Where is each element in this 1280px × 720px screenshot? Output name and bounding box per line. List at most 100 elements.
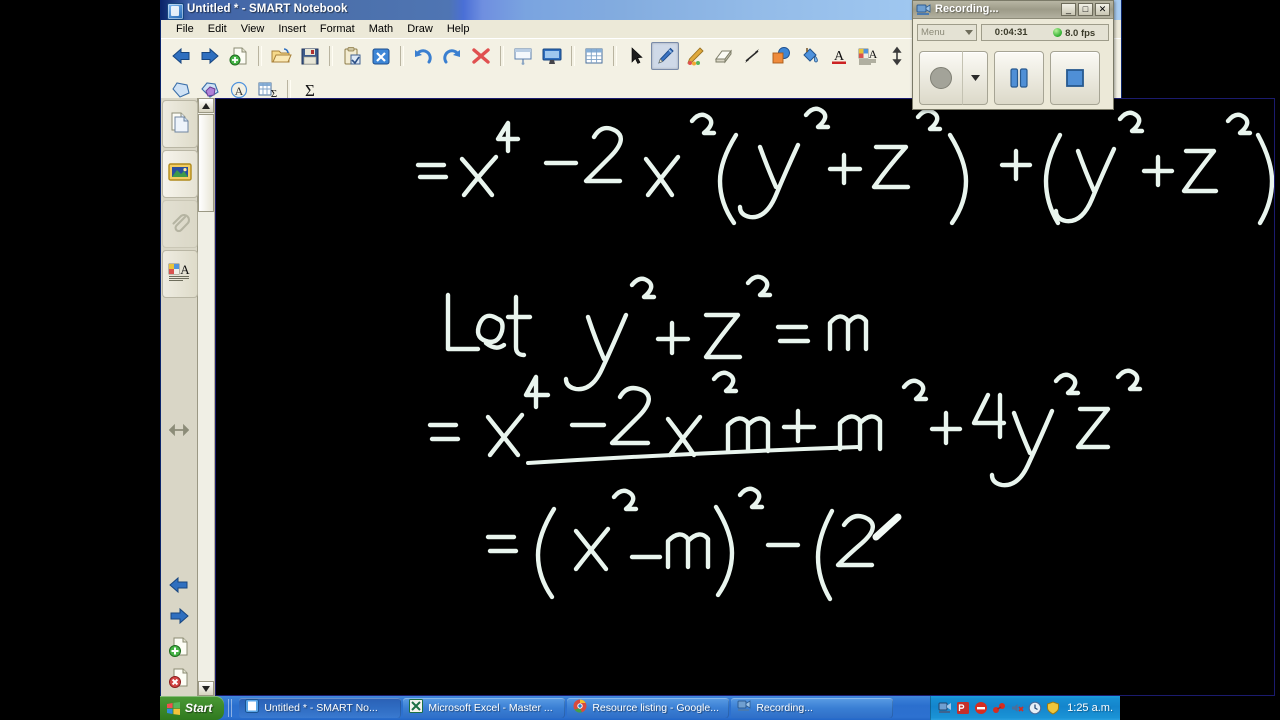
sidebar-prev-page-button[interactable]	[162, 570, 196, 600]
start-button-label: Start	[185, 701, 213, 715]
add-page-icon[interactable]	[225, 42, 253, 70]
start-button[interactable]: Start	[160, 696, 225, 720]
recorder-maximize-button[interactable]: □	[1078, 3, 1093, 16]
properties-tab[interactable]: A	[162, 250, 198, 298]
record-circle-icon	[930, 67, 952, 89]
toolbar-separator	[571, 46, 575, 66]
screen: Untitled * - SMART Notebook File Edit Vi…	[0, 0, 1280, 720]
shapes-icon[interactable]	[767, 42, 795, 70]
scroll-up-arrow-icon[interactable]	[198, 98, 214, 113]
taskbar-item-smart-notebook[interactable]: Untitled * - SMART No...	[239, 698, 402, 718]
svg-text:A: A	[869, 47, 878, 61]
pause-button[interactable]	[994, 51, 1044, 105]
taskbar-item-label: Resource listing - Google...	[592, 702, 719, 714]
toolbar-separator	[613, 46, 617, 66]
taskbar-item-excel[interactable]: Microsoft Excel - Master ...	[403, 698, 566, 718]
delete-icon[interactable]	[467, 42, 495, 70]
page-sorter-tab[interactable]	[162, 100, 198, 148]
sidebar-delete-page-button[interactable]	[162, 663, 196, 693]
menu-item-math[interactable]: Math	[362, 21, 400, 38]
undo-erase-icon[interactable]	[367, 42, 395, 70]
recorder-menu-label: Menu	[921, 26, 945, 38]
sidebar-add-page-button[interactable]	[162, 632, 196, 662]
chrome-icon	[573, 699, 587, 718]
menu-item-file[interactable]: File	[169, 21, 201, 38]
screen-shade-icon[interactable]	[509, 42, 537, 70]
toolbar-separator	[500, 46, 504, 66]
taskbar-item-chrome[interactable]: Resource listing - Google...	[567, 698, 730, 718]
excel-icon	[409, 698, 424, 718]
menu-item-view[interactable]: View	[234, 21, 272, 38]
save-icon[interactable]	[296, 42, 324, 70]
stop-button[interactable]	[1050, 51, 1100, 105]
tray-block-icon[interactable]	[974, 701, 988, 715]
previous-page-icon[interactable]	[167, 42, 195, 70]
system-tray: 1:25 a.m.	[930, 696, 1120, 720]
select-pointer-icon[interactable]	[622, 42, 650, 70]
record-options-button[interactable]	[963, 51, 988, 105]
pages-icon	[168, 110, 192, 139]
recorder-buttons	[913, 45, 1113, 111]
sidebar-next-page-button[interactable]	[162, 601, 196, 631]
properties-swatch-icon: A	[167, 261, 193, 288]
recorder-minimize-button[interactable]: _	[1061, 3, 1076, 16]
move-toolbar-icon[interactable]	[883, 42, 911, 70]
recorder-fps: 8.0 fps	[1065, 28, 1096, 39]
canvas-vertical-scrollbar[interactable]	[198, 98, 215, 696]
menu-item-help[interactable]: Help	[440, 21, 477, 38]
pen-icon[interactable]	[651, 42, 679, 70]
paste-icon[interactable]	[338, 42, 366, 70]
full-screen-icon[interactable]	[538, 42, 566, 70]
text-color-icon[interactable]: A	[825, 42, 853, 70]
resize-sidebar-button[interactable]	[161, 418, 197, 442]
scrollbar-thumb[interactable]	[198, 114, 214, 212]
attachments-tab[interactable]	[162, 200, 198, 248]
open-file-icon[interactable]	[267, 42, 295, 70]
undo-icon[interactable]	[409, 42, 437, 70]
menu-item-edit[interactable]: Edit	[201, 21, 234, 38]
taskbar-grip[interactable]	[228, 699, 235, 717]
recorder-window: Recording... _ □ ✕ Menu 0:04:31 8.0 fps	[912, 0, 1114, 110]
tray-clock-sync-icon[interactable]	[1028, 701, 1042, 715]
menu-item-draw[interactable]: Draw	[400, 21, 440, 38]
smart-notebook-icon	[245, 698, 260, 718]
recorder-menu-dropdown[interactable]: Menu	[917, 23, 977, 41]
menu-item-format[interactable]: Format	[313, 21, 362, 38]
redo-icon[interactable]	[438, 42, 466, 70]
notebook-canvas[interactable]	[215, 98, 1275, 696]
tray-network-icon[interactable]	[992, 701, 1006, 715]
taskbar-clock[interactable]: 1:25 a.m.	[1067, 702, 1113, 714]
record-button[interactable]	[919, 51, 963, 105]
tray-security-shield-icon[interactable]	[1046, 701, 1060, 715]
page-delete-icon	[169, 668, 188, 688]
chevron-down-icon	[965, 29, 973, 35]
scroll-down-arrow-icon[interactable]	[198, 681, 214, 696]
toolbar-separator	[400, 46, 404, 66]
tray-pdf-icon[interactable]	[956, 701, 970, 715]
smart-notebook-icon	[167, 3, 184, 20]
pause-icon	[1010, 68, 1028, 88]
menu-item-insert[interactable]: Insert	[271, 21, 313, 38]
arrow-right-icon	[170, 607, 189, 625]
ink-line-2	[445, 274, 869, 392]
letterbox-left	[0, 0, 160, 720]
svg-text:A: A	[235, 84, 244, 98]
double-arrow-horizontal-icon	[169, 423, 189, 437]
properties-icon[interactable]: A	[854, 42, 882, 70]
eraser-icon[interactable]	[709, 42, 737, 70]
table-icon[interactable]	[580, 42, 608, 70]
tray-recorder-icon[interactable]	[938, 701, 952, 715]
recorder-close-button[interactable]: ✕	[1095, 3, 1110, 16]
tray-volume-mute-icon[interactable]	[1010, 701, 1024, 715]
toolbar-separator	[329, 46, 333, 66]
ink-line-3	[427, 368, 1143, 488]
taskbar-item-label: Untitled * - SMART No...	[264, 702, 378, 714]
handwritten-ink-layer	[415, 106, 1274, 602]
next-page-icon[interactable]	[196, 42, 224, 70]
taskbar-item-recorder[interactable]: Recording...	[731, 698, 894, 718]
creative-pen-icon[interactable]	[680, 42, 708, 70]
fill-icon[interactable]	[796, 42, 824, 70]
stop-square-icon	[1066, 69, 1084, 87]
line-icon[interactable]	[738, 42, 766, 70]
gallery-tab[interactable]	[162, 150, 198, 198]
